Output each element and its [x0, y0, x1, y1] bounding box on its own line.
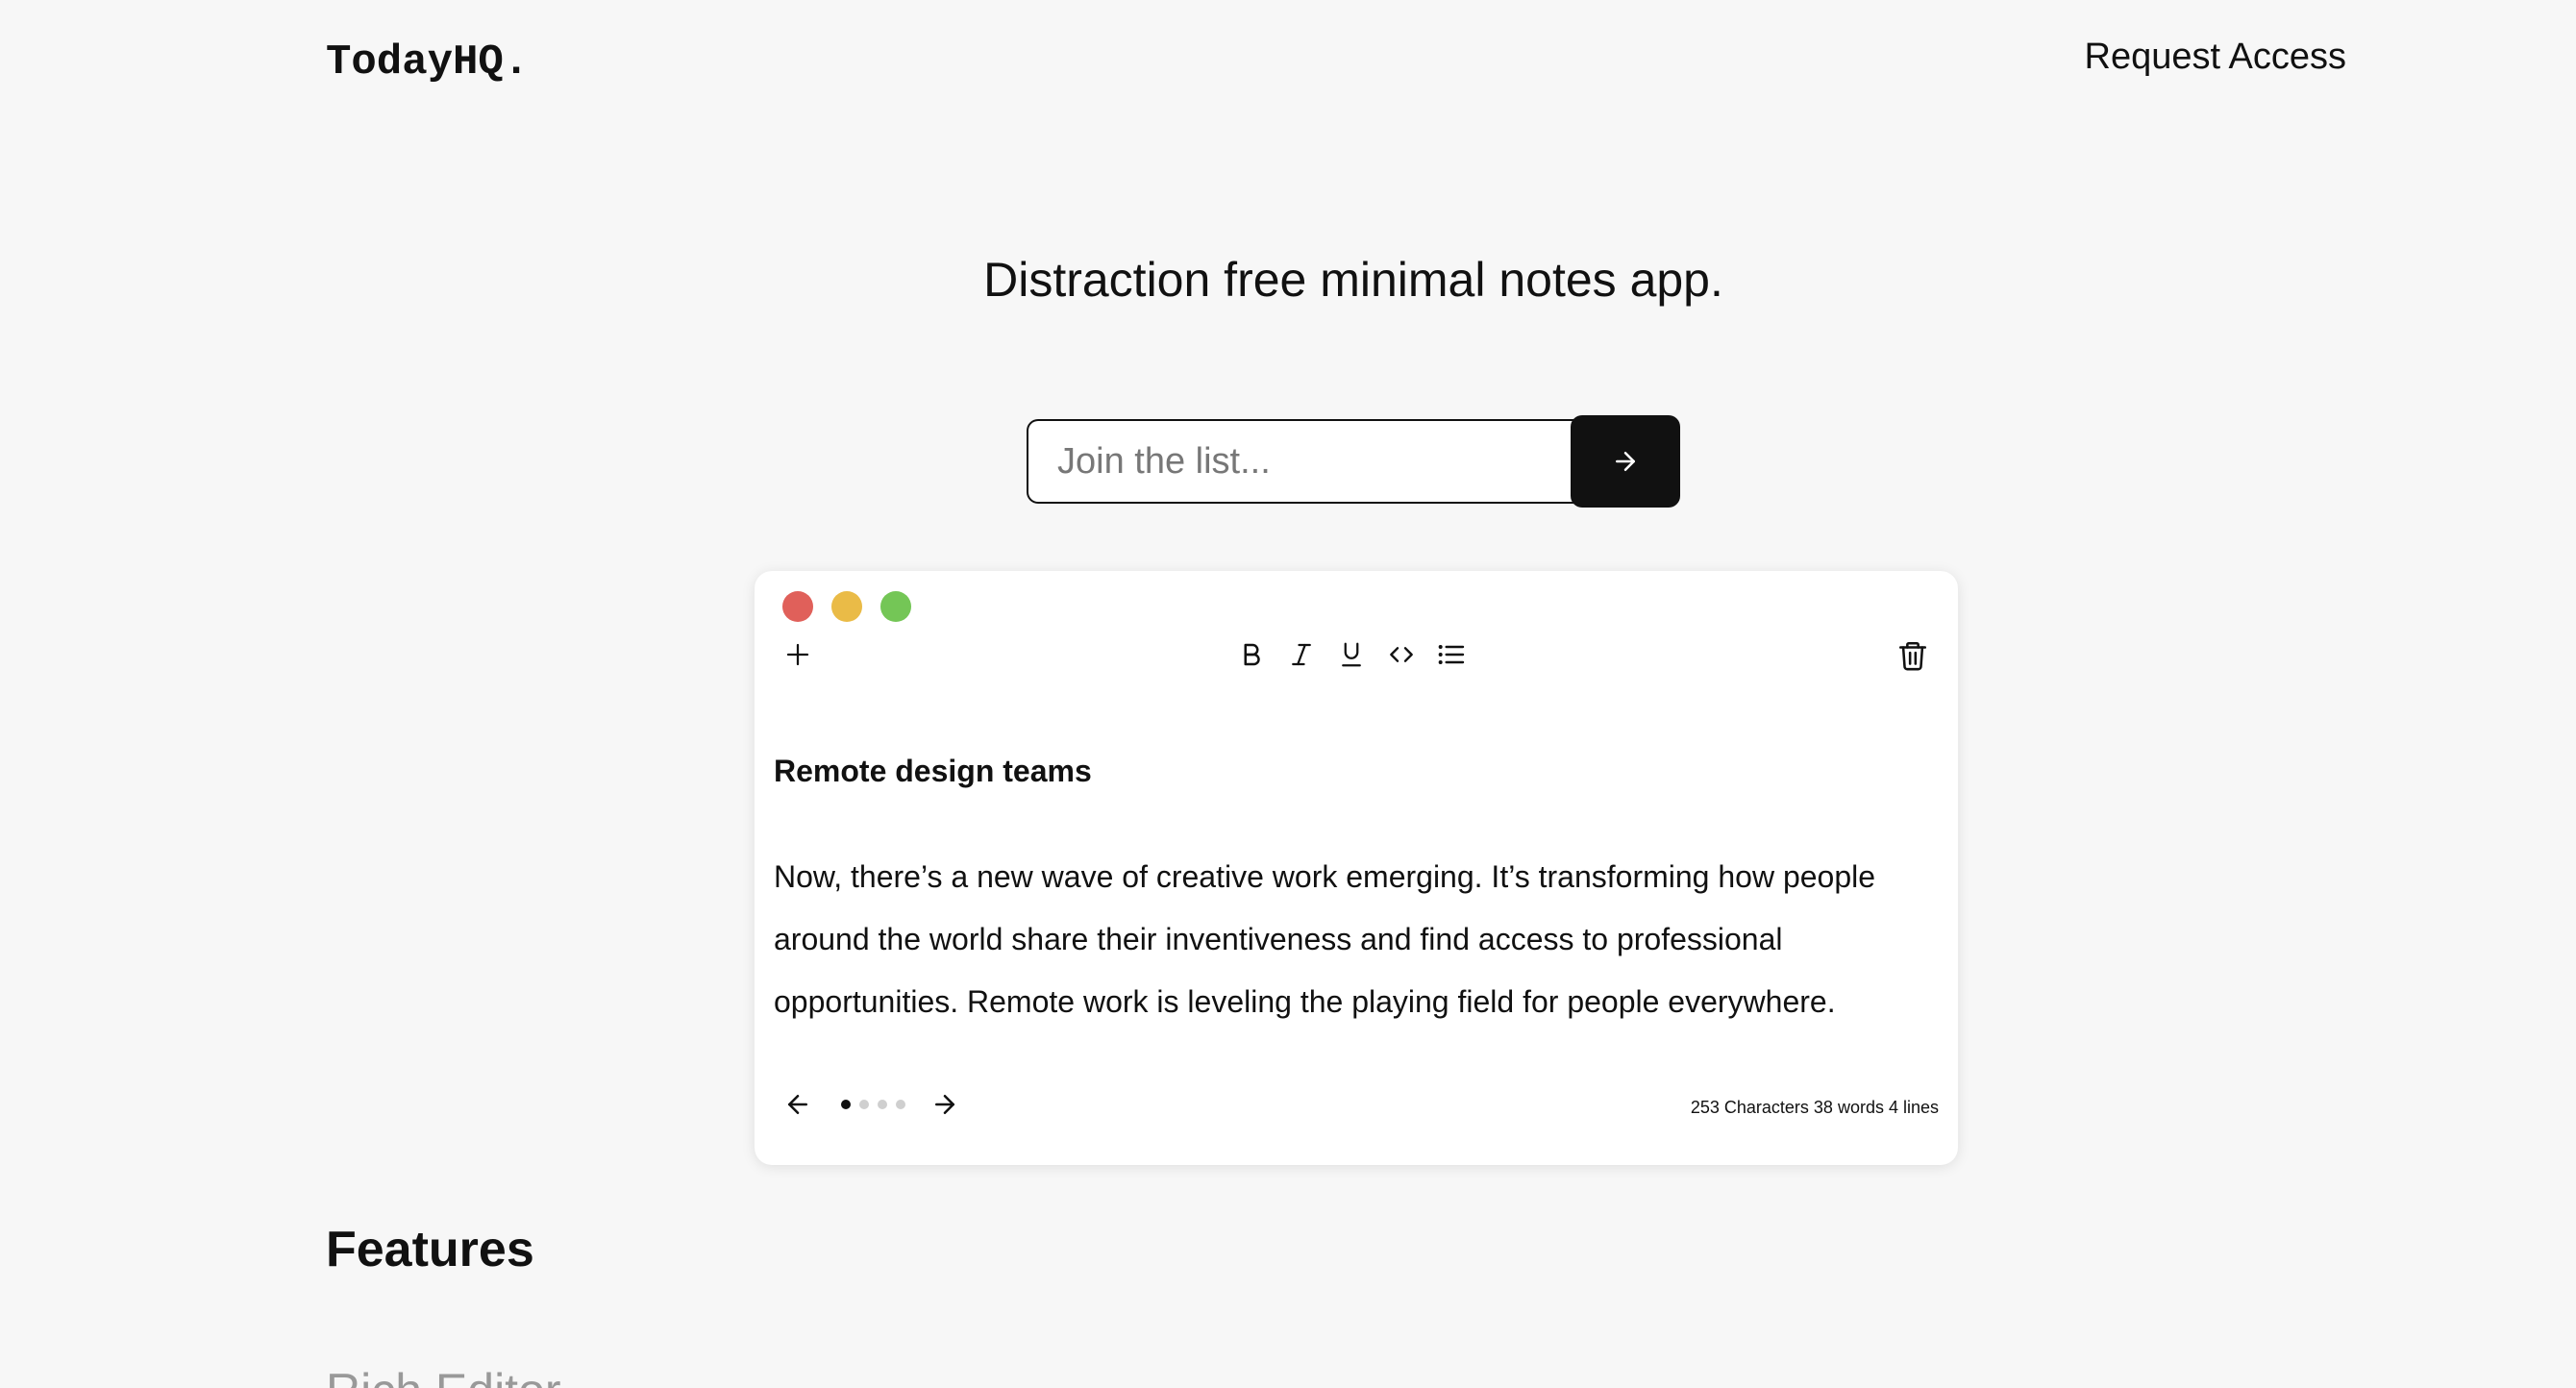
- italic-icon: [1292, 643, 1311, 666]
- join-submit-button[interactable]: [1571, 415, 1680, 508]
- line-count: 4 lines: [1888, 1098, 1939, 1117]
- next-note-button[interactable]: [929, 1088, 961, 1121]
- underline-icon: [1342, 642, 1361, 667]
- request-access-link[interactable]: Request Access: [2085, 37, 2346, 78]
- note-stats: 253 Characters 38 words 4 lines: [1691, 1098, 1939, 1118]
- list-button[interactable]: [1435, 638, 1468, 671]
- features-heading: Features: [326, 1222, 534, 1277]
- page-dot[interactable]: [859, 1100, 869, 1109]
- underline-button[interactable]: [1335, 638, 1368, 671]
- arrow-right-icon: [935, 1095, 954, 1114]
- feature-rich-editor: Rich Editor: [326, 1363, 561, 1388]
- format-toolbar: [1235, 638, 1468, 671]
- hero-title: Distraction free minimal notes app.: [983, 253, 1723, 307]
- editor-window: Remote design teams Now, there’s a new w…: [755, 571, 1958, 1165]
- bold-button[interactable]: [1235, 638, 1268, 671]
- note-title[interactable]: Remote design teams: [774, 754, 1092, 789]
- logo[interactable]: TodayHQ.: [326, 38, 529, 87]
- code-icon: [1390, 647, 1413, 662]
- page-dot[interactable]: [841, 1100, 851, 1109]
- window-controls: [782, 591, 911, 622]
- plus-icon: [786, 643, 809, 666]
- italic-button[interactable]: [1285, 638, 1318, 671]
- delete-note-button[interactable]: [1896, 638, 1929, 673]
- note-pager: [781, 1088, 961, 1121]
- signup-form: [1027, 415, 1680, 508]
- new-note-button[interactable]: [783, 640, 812, 669]
- landing-page: TodayHQ. Request Access Distraction free…: [0, 0, 2576, 1388]
- list-icon: [1438, 645, 1465, 664]
- email-input[interactable]: [1027, 419, 1576, 504]
- page-indicator: [841, 1100, 905, 1109]
- page-dot[interactable]: [878, 1100, 887, 1109]
- arrow-left-icon: [788, 1095, 807, 1114]
- word-count: 38 words: [1813, 1098, 1884, 1117]
- code-button[interactable]: [1385, 638, 1418, 671]
- page-dot[interactable]: [896, 1100, 905, 1109]
- window-close-button[interactable]: [782, 591, 813, 622]
- arrow-right-icon: [1616, 452, 1635, 471]
- note-body[interactable]: Now, there’s a new wave of creative work…: [774, 846, 1937, 1033]
- window-minimize-button[interactable]: [831, 591, 862, 622]
- previous-note-button[interactable]: [781, 1088, 814, 1121]
- character-count: 253 Characters: [1690, 1098, 1809, 1117]
- window-maximize-button[interactable]: [880, 591, 911, 622]
- bold-icon: [1244, 643, 1260, 666]
- trash-icon: [1898, 641, 1927, 671]
